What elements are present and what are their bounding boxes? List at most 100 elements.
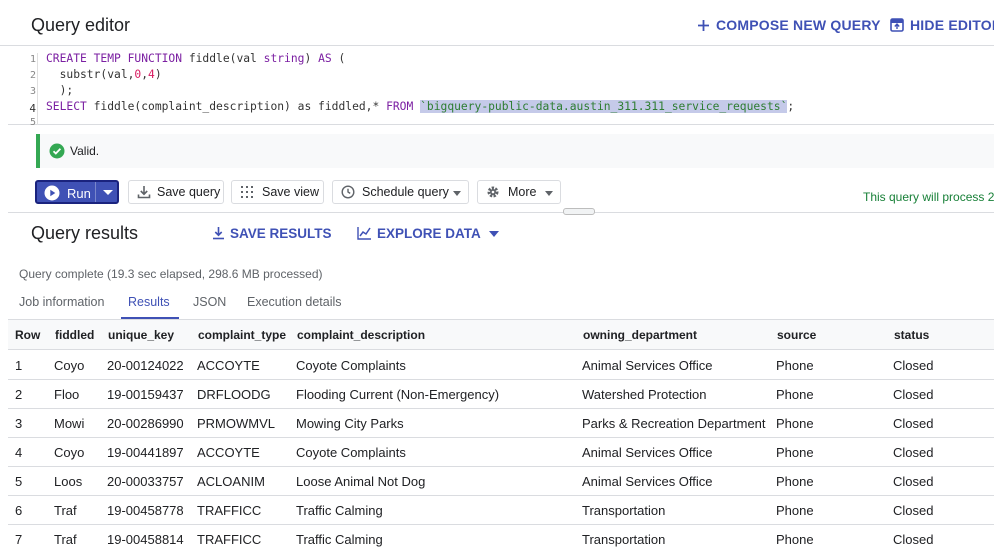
- explore-data-button[interactable]: EXPLORE DATA: [357, 226, 499, 243]
- more-label: More: [508, 185, 537, 199]
- plus-icon: [697, 19, 710, 35]
- table-row[interactable]: 4 Coyo 19-00441897 ACCOYTE Coyote Complaints…: [8, 438, 994, 467]
- run-button[interactable]: Run: [35, 180, 119, 204]
- save-results-button[interactable]: SAVE RESULTS: [212, 226, 332, 243]
- complaint-type-cell: ACCOYTE: [197, 358, 260, 373]
- row-number-cell: 3: [15, 416, 23, 431]
- unique-key-cell: 19-00159437: [107, 387, 184, 402]
- column-header: source: [777, 328, 817, 342]
- fiddled-cell: Mowi: [54, 416, 85, 431]
- save-query-button[interactable]: Save query: [128, 180, 224, 204]
- complaint-type-cell: PRMOWMVL: [197, 416, 275, 431]
- source-cell: Phone: [776, 445, 814, 460]
- table-row[interactable]: 6 Traf 19-00458778 TRAFFICC Traffic Calming T…: [8, 496, 994, 525]
- compose-new-query-button[interactable]: COMPOSE NEW QUERY: [697, 17, 881, 35]
- compose-label: COMPOSE NEW QUERY: [716, 17, 881, 33]
- explore-data-label: EXPLORE DATA: [377, 226, 481, 241]
- tab-json[interactable]: JSON: [193, 295, 226, 309]
- code-text: (: [331, 52, 346, 65]
- hide-editor-button[interactable]: HIDE EDITOR: [890, 17, 994, 35]
- column-header: status: [894, 328, 930, 342]
- complaint-description-cell: Mowing City Parks: [296, 416, 404, 431]
- unique-key-cell: 20-00286990: [107, 416, 184, 431]
- schedule-query-button[interactable]: Schedule query: [332, 180, 469, 204]
- source-cell: Phone: [776, 532, 814, 547]
- line-number: 1: [29, 54, 36, 65]
- unique-key-cell: 19-00458778: [107, 503, 184, 518]
- owning-department-cell: Animal Services Office: [582, 474, 713, 489]
- source-cell: Phone: [776, 503, 814, 518]
- validation-text: Valid.: [70, 144, 100, 158]
- status-cell: Closed: [893, 387, 934, 402]
- pane-divider: [8, 212, 994, 213]
- more-button[interactable]: More: [477, 180, 561, 204]
- status-cell: Closed: [893, 416, 934, 431]
- status-cell: Closed: [893, 445, 934, 460]
- row-number-cell: 7: [15, 532, 23, 547]
- complaint-description-cell: Flooding Current (Non-Emergency): [296, 387, 500, 402]
- complaint-description-cell: Coyote Complaints: [296, 358, 406, 373]
- table-row[interactable]: 1 Coyo 20-00124022 ACCOYTE Coyote Complaints…: [8, 351, 994, 380]
- table-row[interactable]: 7 Traf 19-00458814 TRAFFICC Traffic Calming T…: [8, 525, 994, 549]
- status-cell: Closed: [893, 503, 934, 518]
- table-row[interactable]: 3 Mowi 20-00286990 PRMOWMVL Mowing City Park…: [8, 409, 994, 438]
- unique-key-cell: 20-00033757: [107, 474, 184, 489]
- tab-execution-details[interactable]: Execution details: [247, 295, 342, 309]
- owning-department-cell: Animal Services Office: [582, 358, 713, 373]
- query-toolbar: Run Save query Save view Schedule query …: [0, 178, 994, 208]
- download-icon: [212, 226, 225, 243]
- code-text: ): [304, 52, 319, 65]
- line-number: 2: [29, 70, 36, 81]
- table-row[interactable]: 5 Loos 20-00033757 ACLOANIM Loose Animal Not…: [8, 467, 994, 496]
- row-number-cell: 4: [15, 445, 23, 460]
- fiddled-cell: Loos: [54, 474, 83, 489]
- sql-number: 4: [148, 68, 155, 81]
- complaint-type-cell: ACCOYTE: [197, 445, 260, 460]
- code-text: ;: [787, 100, 795, 113]
- save-view-button[interactable]: Save view: [231, 180, 324, 204]
- tab-results[interactable]: Results: [128, 295, 170, 309]
- page-title: Query editor: [31, 15, 131, 35]
- sql-keyword: string: [263, 52, 305, 65]
- code-line-3: );: [46, 84, 74, 97]
- table-header: Row fiddled unique_key complaint_type co…: [8, 320, 994, 350]
- fiddled-cell: Coyo: [54, 358, 85, 373]
- sql-keyword: CREATE TEMP FUNCTION: [46, 52, 183, 65]
- owning-department-cell: Parks & Recreation Department: [582, 416, 766, 431]
- column-header: Row: [15, 328, 41, 342]
- chevron-down-icon: [545, 191, 553, 196]
- owning-department-cell: Watershed Protection: [582, 387, 707, 402]
- owning-department-cell: Animal Services Office: [582, 445, 713, 460]
- code-line-2: substr(val,0,4): [46, 68, 162, 81]
- source-cell: Phone: [776, 387, 814, 402]
- owning-department-cell: Transportation: [582, 532, 666, 547]
- line-number-gutter: 1 2 3 4 5: [8, 53, 38, 128]
- complaint-type-cell: ACLOANIM: [197, 474, 265, 489]
- status-cell: Closed: [893, 474, 934, 489]
- save-view-label: Save view: [262, 185, 319, 199]
- sql-editor[interactable]: 1 2 3 4 5 CREATE TEMP FUNCTION fiddle(va…: [8, 47, 994, 128]
- sql-keyword: AS: [318, 52, 332, 65]
- hide-editor-label: HIDE EDITOR: [910, 17, 994, 33]
- column-header: complaint_description: [297, 328, 426, 342]
- complaint-type-cell: TRAFFICC: [197, 532, 262, 547]
- resize-handle[interactable]: [563, 208, 595, 215]
- results-title: Query results: [31, 223, 139, 243]
- line-number: 5: [29, 117, 36, 128]
- save-results-label: SAVE RESULTS: [230, 226, 332, 241]
- unique-key-cell: 19-00441897: [107, 445, 184, 460]
- run-dropdown-icon[interactable]: [103, 190, 113, 195]
- complaint-description-cell: Loose Animal Not Dog: [296, 474, 426, 489]
- schedule-query-label: Schedule query: [362, 185, 449, 199]
- query-status-text: Query complete (19.3 sec elapsed, 298.6 …: [19, 267, 323, 281]
- validation-banner: Valid.: [36, 134, 994, 168]
- unique-key-cell: 19-00458814: [107, 532, 184, 547]
- chart-icon: [357, 226, 372, 243]
- column-header: owning_department: [583, 328, 698, 342]
- save-query-label: Save query: [157, 185, 221, 199]
- tab-job-information[interactable]: Job information: [19, 295, 104, 309]
- run-label: Run: [67, 186, 91, 201]
- play-icon: [44, 185, 60, 204]
- download-icon: [137, 185, 151, 202]
- table-row[interactable]: 2 Floo 19-00159437 DRFLOODG Flooding Current…: [8, 380, 994, 409]
